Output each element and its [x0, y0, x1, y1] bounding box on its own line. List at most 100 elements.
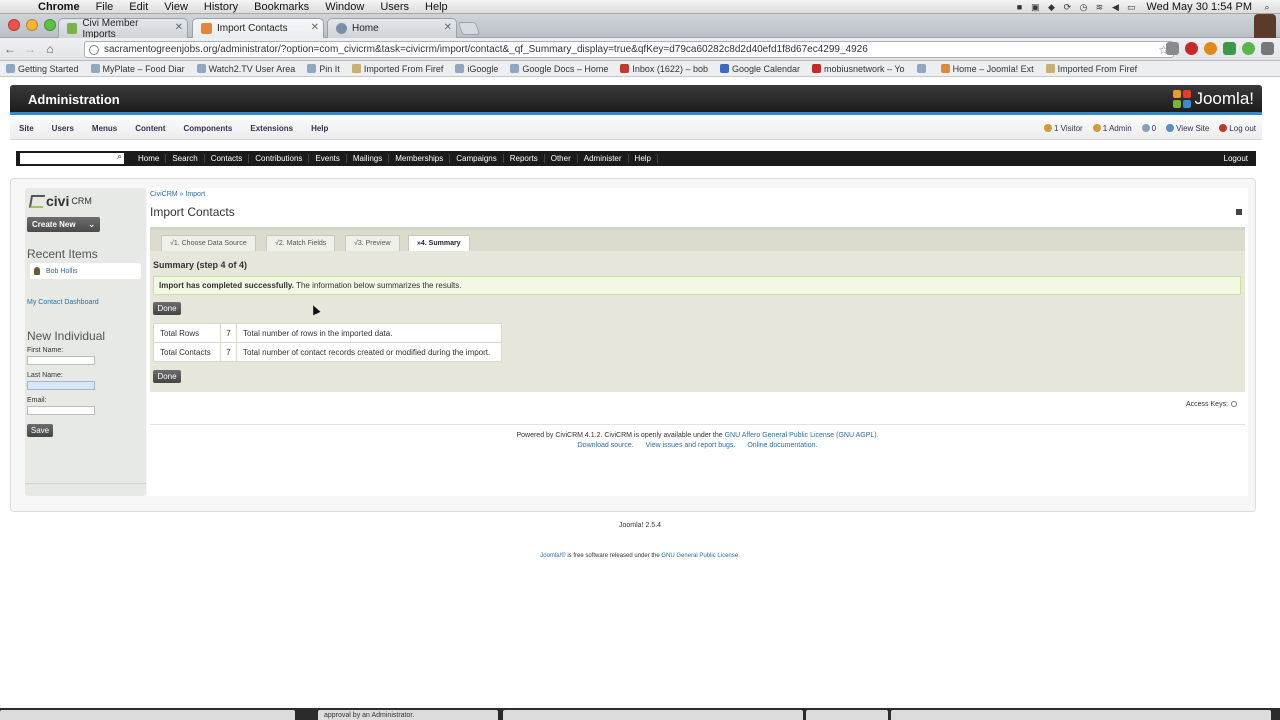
first-name-field[interactable] [27, 356, 95, 365]
nav-logout[interactable]: Logout [1224, 154, 1256, 163]
wifi-icon[interactable]: ≋ [1094, 2, 1104, 12]
evernote-icon[interactable]: ◆ [1046, 2, 1056, 12]
tab-home[interactable]: Home ✕ [327, 18, 457, 38]
nav-campaigns[interactable]: Campaigns [450, 154, 504, 163]
jmenu-extensions[interactable]: Extensions [241, 124, 302, 133]
evernote-ext-icon[interactable] [1223, 42, 1236, 55]
my-contact-dashboard-link[interactable]: My Contact Dashboard [27, 299, 99, 306]
camera-icon[interactable]: ▣ [1030, 2, 1040, 12]
tab-import-contacts[interactable]: Import Contacts ✕ [192, 18, 324, 38]
done-button-top[interactable]: Done [153, 302, 181, 315]
profile-avatar-icon[interactable] [1254, 14, 1276, 38]
new-tab-button[interactable] [457, 22, 481, 35]
jmenu-components[interactable]: Components [174, 124, 241, 133]
tab-civi-member-imports[interactable]: Civi Member Imports ✕ [58, 18, 188, 40]
home-icon[interactable]: ⌂ [40, 42, 60, 56]
zoom-window-icon[interactable] [44, 19, 56, 31]
close-tab-icon[interactable]: ✕ [311, 22, 319, 33]
nav-events[interactable]: Events [309, 154, 347, 163]
minimize-window-icon[interactable] [26, 19, 38, 31]
jmenu-content[interactable]: Content [126, 124, 174, 133]
menu-bookmarks[interactable]: Bookmarks [246, 1, 317, 13]
extension-icon[interactable] [1166, 42, 1179, 55]
close-tab-icon[interactable]: ✕ [444, 22, 452, 33]
last-name-field[interactable] [27, 381, 95, 390]
nav-search[interactable]: Search [166, 154, 205, 163]
refresh-ext-icon[interactable] [1242, 42, 1255, 55]
access-keys[interactable]: Access Keys: [1186, 401, 1238, 408]
bookmark-item[interactable]: Pin It [301, 64, 346, 74]
recent-item-link[interactable]: Bob Hollis [46, 268, 78, 275]
print-icon[interactable] [1236, 209, 1242, 215]
nav-contributions[interactable]: Contributions [249, 154, 310, 163]
jmenu-site[interactable]: Site [10, 124, 43, 133]
done-button-bottom[interactable]: Done [153, 370, 181, 383]
step-match-fields[interactable]: √2. Match Fields [266, 235, 336, 251]
joomla-link[interactable]: Joomla!® [540, 553, 565, 559]
bookmark-item[interactable]: mobiusnetwork – Yo [806, 64, 911, 74]
time-machine-icon[interactable]: ◷ [1078, 2, 1088, 12]
page-info-icon[interactable] [89, 44, 99, 55]
volume-icon[interactable]: ◀ [1110, 2, 1120, 12]
menu-edit[interactable]: Edit [121, 1, 156, 13]
nav-memberships[interactable]: Memberships [389, 154, 451, 163]
search-icon[interactable]: ⌕ [117, 151, 122, 162]
download-source-link[interactable]: Download source. [578, 442, 634, 449]
bookmark-folder[interactable]: Imported From Firef [346, 64, 450, 74]
email-field[interactable] [27, 406, 95, 415]
bookmark-item[interactable]: iGoogle [449, 64, 504, 74]
bookmark-item[interactable]: Watch2.TV User Area [191, 64, 302, 74]
bookmark-item[interactable]: Google Calendar [714, 64, 806, 74]
nav-other[interactable]: Other [545, 154, 578, 163]
menu-help[interactable]: Help [417, 1, 456, 13]
menu-app[interactable]: Chrome [30, 1, 88, 13]
breadcrumb[interactable]: CiviCRM » Import [150, 191, 205, 198]
gpl-license-link[interactable]: GNU General Public License. [661, 553, 739, 559]
close-window-icon[interactable] [8, 19, 20, 31]
bookmark-item[interactable]: Getting Started [0, 64, 85, 74]
menu-file[interactable]: File [88, 1, 122, 13]
dropbox-icon[interactable]: ■ [1014, 2, 1024, 12]
jmenu-help[interactable]: Help [302, 124, 337, 133]
bookmark-item[interactable]: Google Docs – Home [504, 64, 614, 74]
address-bar[interactable]: sacramentogreenjobs.org/administrator/?o… [84, 41, 1174, 58]
menu-window[interactable]: Window [317, 1, 372, 13]
message-count[interactable]: 0 [1141, 124, 1156, 133]
battery-icon[interactable]: ▭ [1126, 2, 1136, 12]
background-window[interactable] [891, 710, 1271, 720]
adblock-icon[interactable] [1185, 42, 1198, 55]
recent-item[interactable]: Bob Hollis [30, 263, 141, 279]
bookmark-item[interactable]: Inbox (1622) – bob [614, 64, 714, 74]
clock[interactable]: Wed May 30 1:54 PM [1142, 1, 1256, 13]
agpl-license-link[interactable]: GNU Affero General Public License (GNU A… [725, 432, 879, 439]
background-window[interactable] [503, 710, 803, 720]
nav-administer[interactable]: Administer [578, 154, 629, 163]
back-icon[interactable]: ← [0, 42, 20, 56]
logout-link[interactable]: Log out [1219, 124, 1256, 133]
menu-users[interactable]: Users [372, 1, 417, 13]
background-window[interactable] [0, 710, 295, 720]
firebug-icon[interactable] [1204, 42, 1217, 55]
save-button[interactable]: Save [27, 424, 53, 437]
bookmark-item[interactable]: Home – Joomla! Ext [935, 64, 1040, 74]
jmenu-users[interactable]: Users [43, 124, 83, 133]
spotlight-icon[interactable]: ⌕ [1262, 2, 1272, 12]
bookmark-item[interactable]: MyPlate – Food Diar [85, 64, 191, 74]
quick-search-input[interactable]: ⌕ [20, 151, 124, 164]
menu-view[interactable]: View [156, 1, 196, 13]
forward-icon[interactable]: → [20, 42, 40, 56]
menu-history[interactable]: History [196, 1, 246, 13]
nav-mailings[interactable]: Mailings [347, 154, 390, 163]
bookmark-item[interactable] [911, 64, 935, 73]
view-site-link[interactable]: View Site [1166, 124, 1209, 133]
nav-reports[interactable]: Reports [504, 154, 545, 163]
step-preview[interactable]: √3. Preview [345, 235, 400, 251]
sync-icon[interactable]: ⟳ [1062, 2, 1072, 12]
online-docs-link[interactable]: Online documentation. [747, 442, 817, 449]
report-bugs-link[interactable]: View issues and report bugs. [646, 442, 736, 449]
jmenu-menus[interactable]: Menus [83, 124, 126, 133]
step-choose-data-source[interactable]: √1. Choose Data Source [161, 235, 256, 251]
wrench-icon[interactable] [1261, 42, 1274, 55]
nav-help[interactable]: Help [629, 154, 658, 163]
background-window[interactable]: approval by an Administrator. [318, 710, 498, 720]
